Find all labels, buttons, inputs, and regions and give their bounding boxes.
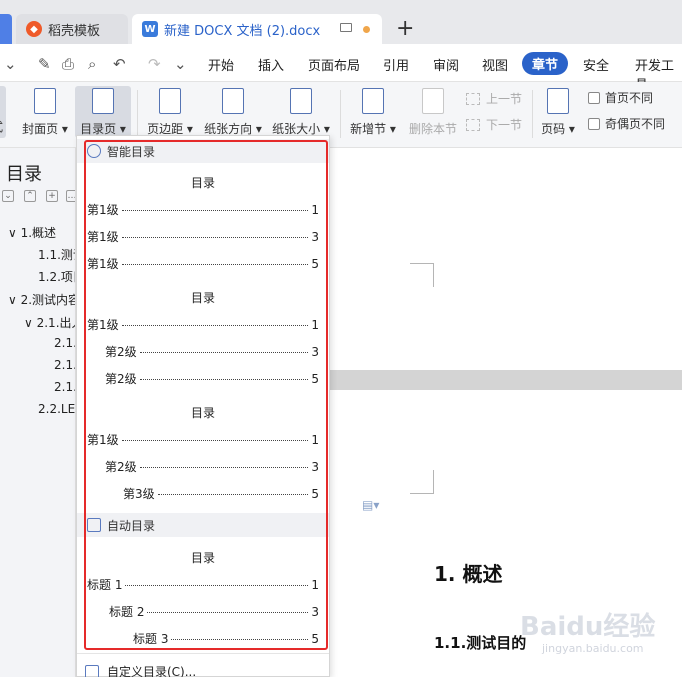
outline-pane: 目录 ⌄ ⌃ + … ∨ 1.概述 1.1.测试 1.2.项目 ∨ 2.测试内容… (0, 148, 76, 677)
outline-item[interactable]: ∨ 1.概述 (8, 224, 56, 241)
odd-even-different-label: 奇偶页不同 (605, 117, 666, 131)
word-doc-icon: W (142, 21, 158, 37)
menu-page-layout[interactable]: 页面布局 (308, 55, 360, 74)
more-icon[interactable]: … (66, 190, 75, 202)
delete-section-button[interactable]: 删除本节 (406, 86, 460, 138)
new-section-icon (362, 88, 384, 114)
paper-size-button[interactable]: 纸张大小 ▾ (270, 86, 332, 138)
monitor-icon[interactable] (340, 23, 352, 32)
doc-heading-1[interactable]: 1. 概述 (434, 558, 502, 587)
outline-item[interactable]: 2.2.LED (38, 402, 75, 416)
unsaved-dot-icon (363, 26, 370, 33)
paper-size-icon (290, 88, 312, 114)
menu-chapter[interactable]: 章节 (522, 52, 569, 75)
new-section-button[interactable]: 新增节 ▾ (348, 86, 398, 138)
red-highlight-box (84, 140, 328, 650)
menu-security[interactable]: 安全 (583, 55, 609, 74)
docer-logo-icon: ◆ (26, 21, 42, 37)
menu-insert[interactable]: 插入 (258, 55, 284, 74)
chevron-down-icon[interactable]: ⌄ (4, 55, 17, 73)
delete-section-icon (422, 88, 444, 114)
tab-left-stub[interactable] (0, 14, 12, 44)
checkbox-icon (588, 91, 600, 104)
doc-heading-2[interactable]: 1.1.测试目的 (434, 632, 526, 653)
outline-title: 目录 (6, 164, 42, 185)
page-corner-mark (410, 263, 434, 287)
undo-icon[interactable]: ↶ (113, 55, 126, 73)
customize-chevron-icon[interactable]: ⌄ (174, 55, 187, 73)
tab-document-label: 新建 DOCX 文档 (2).docx (164, 23, 321, 39)
first-page-different-checkbox[interactable]: 首页不同 (588, 89, 653, 106)
watermark-sub: jingyan.baidu.com (542, 642, 644, 655)
delete-section-label: 删除本节 (408, 122, 457, 136)
new-tab-button[interactable]: + (396, 16, 414, 42)
page-number-icon (547, 88, 569, 114)
odd-even-different-checkbox[interactable]: 奇偶页不同 (588, 115, 665, 132)
cover-page-icon (34, 88, 56, 114)
first-page-different-label: 首页不同 (605, 91, 654, 105)
next-section-button[interactable]: 下一节 (466, 116, 522, 133)
next-section-icon (466, 118, 480, 131)
new-section-label: 新增节 ▾ (350, 122, 396, 136)
outline-item[interactable]: 1.2.项目 (38, 268, 75, 285)
menu-view[interactable]: 视图 (482, 55, 508, 74)
toc-page-icon (92, 88, 114, 114)
next-section-label: 下一节 (486, 118, 523, 132)
redo-icon[interactable]: ↷ (148, 55, 161, 73)
prev-section-icon (466, 92, 480, 105)
ribbon-divider (340, 90, 341, 138)
format-painter-icon[interactable]: ✎ (38, 55, 51, 73)
ribbon-divider (137, 90, 138, 138)
tab-document[interactable]: W 新建 DOCX 文档 (2).docx (132, 14, 382, 44)
dropdown-divider (77, 653, 329, 654)
watermark: Baidu经验 (520, 612, 656, 642)
tab-bar: ◆ 稻壳模板 W 新建 DOCX 文档 (2).docx + (0, 0, 682, 44)
orientation-icon (222, 88, 244, 114)
prev-section-button[interactable]: 上一节 (466, 90, 522, 107)
tab-docer[interactable]: ◆ 稻壳模板 (16, 14, 128, 44)
print-icon[interactable]: ⎙ (62, 55, 74, 73)
ribbon-divider (532, 90, 533, 138)
margins-button[interactable]: 页边距 ▾ (144, 86, 196, 138)
outline-tools: ⌄ ⌃ + … (0, 190, 75, 204)
menu-home[interactable]: 开始 (208, 55, 234, 74)
custom-toc-item[interactable]: 自定义目录(C)... (85, 663, 196, 677)
cover-page-button[interactable]: 封面页 ▾ (20, 86, 70, 138)
add-heading-icon[interactable]: + (46, 190, 58, 202)
orientation-button[interactable]: 纸张方向 ▾ (202, 86, 264, 138)
cover-page-label: 封面页 ▾ (22, 122, 68, 136)
ribbon-left-stub-label: 式 (0, 118, 3, 135)
toc-page-button[interactable]: 目录页 ▾ (75, 86, 131, 138)
prev-section-label: 上一节 (486, 92, 523, 106)
outline-item[interactable]: 1.1.测试 (38, 246, 75, 263)
outline-item[interactable]: 2.1. (54, 358, 75, 372)
expand-up-icon[interactable]: ⌃ (24, 190, 36, 202)
page-break-gap (330, 370, 682, 390)
collapse-all-icon[interactable]: ⌄ (2, 190, 14, 202)
page-corner-mark (410, 470, 434, 494)
page-number-button[interactable]: 页码 ▾ (540, 86, 576, 138)
outline-item[interactable]: 2.1. (54, 380, 75, 394)
margins-icon (159, 88, 181, 114)
outline-item[interactable]: 2.1. (54, 336, 75, 350)
menu-review[interactable]: 审阅 (433, 55, 459, 74)
checkbox-icon (588, 117, 600, 130)
print-preview-icon[interactable]: ⌕ (88, 55, 96, 73)
menu-references[interactable]: 引用 (383, 55, 409, 74)
page-number-label: 页码 ▾ (541, 122, 575, 136)
paste-options-icon[interactable]: ▤▾ (362, 498, 379, 512)
outline-item[interactable]: ∨ 2.1.出入 (24, 314, 75, 331)
outline-item[interactable]: ∨ 2.测试内容 (8, 291, 75, 308)
ribbon-left-stub[interactable]: 式 (0, 86, 6, 138)
tab-docer-label: 稻壳模板 (48, 23, 101, 39)
menu-row: ⌄ ✎ ⎙ ⌕ ↶ ↷ ⌄ 开始 插入 页面布局 引用 审阅 视图 章节 安全 … (0, 44, 682, 93)
custom-toc-icon (85, 664, 99, 677)
custom-toc-label: 自定义目录(C)... (107, 665, 197, 677)
